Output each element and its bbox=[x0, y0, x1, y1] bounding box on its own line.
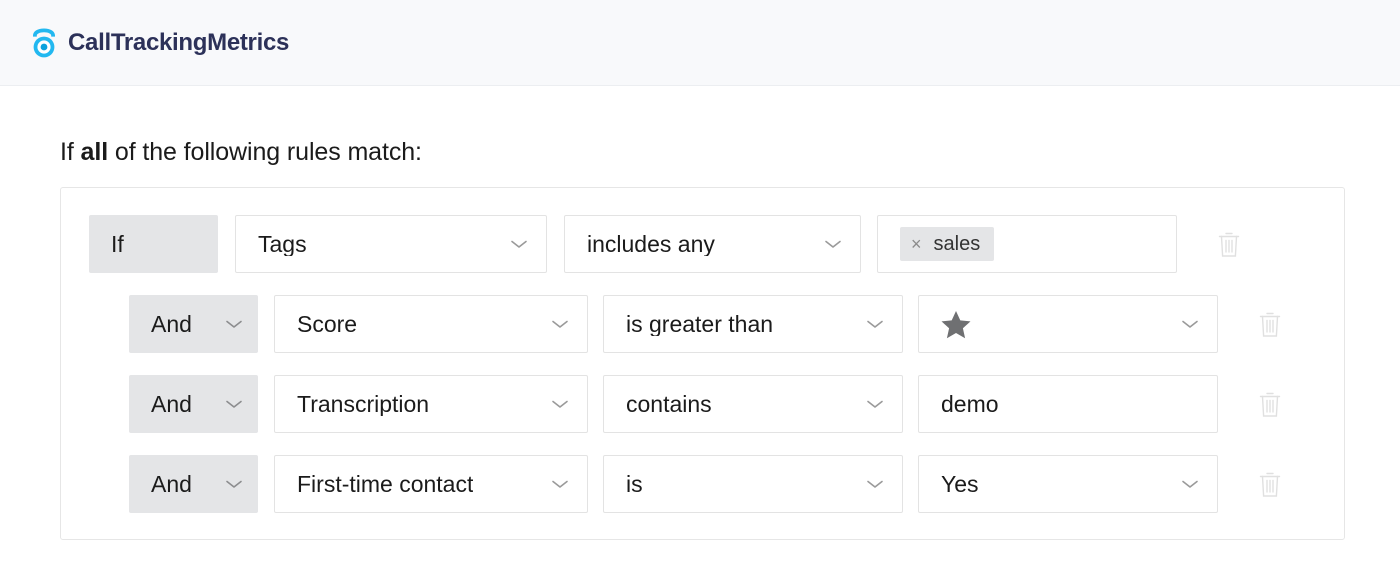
operator-select-value: is greater than bbox=[626, 313, 773, 336]
trash-icon bbox=[1258, 391, 1282, 418]
table-row: If Tags includes any × sales bbox=[61, 215, 1344, 273]
value-star-rating-1[interactable] bbox=[918, 295, 1218, 353]
chevron-down-icon bbox=[224, 318, 244, 330]
field-select-3[interactable]: First-time contact bbox=[274, 455, 588, 513]
trash-icon bbox=[1258, 471, 1282, 498]
delete-rule-button-0[interactable] bbox=[1199, 231, 1259, 258]
page-title: If all of the following rules match: bbox=[60, 138, 1400, 167]
table-row: And Score is greater than bbox=[61, 295, 1344, 353]
conjunction-label: If bbox=[111, 233, 124, 256]
chevron-down-icon bbox=[224, 478, 244, 490]
chevron-down-icon bbox=[550, 398, 570, 410]
tag-chip[interactable]: × sales bbox=[900, 227, 994, 261]
brand-logo[interactable]: CallTrackingMetrics bbox=[29, 27, 289, 59]
chevron-down-icon bbox=[823, 238, 843, 250]
field-select-value: Score bbox=[297, 313, 357, 336]
field-select-1[interactable]: Score bbox=[274, 295, 588, 353]
page-body: If all of the following rules match: If … bbox=[0, 138, 1400, 540]
table-row: And Transcription contains demo bbox=[61, 375, 1344, 433]
rules-card: If Tags includes any × sales bbox=[60, 187, 1345, 540]
chevron-down-icon bbox=[865, 398, 885, 410]
operator-select-value: is bbox=[626, 473, 643, 496]
operator-select-1[interactable]: is greater than bbox=[603, 295, 903, 353]
trash-icon bbox=[1217, 231, 1241, 258]
close-icon[interactable]: × bbox=[911, 235, 922, 253]
table-row: And First-time contact is Yes bbox=[61, 455, 1344, 513]
chevron-down-icon bbox=[865, 478, 885, 490]
value-text: demo bbox=[941, 393, 999, 416]
delete-rule-button-2[interactable] bbox=[1240, 391, 1300, 418]
delete-rule-button-1[interactable] bbox=[1240, 311, 1300, 338]
chevron-down-icon bbox=[1180, 318, 1200, 330]
conjunction-label: And bbox=[151, 313, 192, 336]
field-select-value: Transcription bbox=[297, 393, 429, 416]
value-tags-input-0[interactable]: × sales bbox=[877, 215, 1177, 273]
chevron-down-icon bbox=[509, 238, 529, 250]
conjunction-select-3[interactable]: And bbox=[129, 455, 258, 513]
delete-rule-button-3[interactable] bbox=[1240, 471, 1300, 498]
headline-prefix: If bbox=[60, 138, 81, 166]
value-text: Yes bbox=[941, 473, 979, 496]
operator-select-2[interactable]: contains bbox=[603, 375, 903, 433]
operator-select-3[interactable]: is bbox=[603, 455, 903, 513]
headline-emphasis: all bbox=[81, 138, 109, 166]
conjunction-chip-0: If bbox=[89, 215, 218, 273]
field-select-value: First-time contact bbox=[297, 473, 473, 496]
conjunction-label: And bbox=[151, 473, 192, 496]
value-select-3[interactable]: Yes bbox=[918, 455, 1218, 513]
brand-name: CallTrackingMetrics bbox=[68, 29, 289, 57]
field-select-0[interactable]: Tags bbox=[235, 215, 547, 273]
phone-target-icon bbox=[29, 27, 59, 59]
chevron-down-icon bbox=[550, 478, 570, 490]
conjunction-select-1[interactable]: And bbox=[129, 295, 258, 353]
tag-label: sales bbox=[934, 234, 981, 254]
chevron-down-icon bbox=[1180, 478, 1200, 490]
operator-select-value: includes any bbox=[587, 233, 715, 256]
chevron-down-icon bbox=[550, 318, 570, 330]
field-select-2[interactable]: Transcription bbox=[274, 375, 588, 433]
conjunction-select-2[interactable]: And bbox=[129, 375, 258, 433]
chevron-down-icon bbox=[865, 318, 885, 330]
field-select-value: Tags bbox=[258, 233, 307, 256]
headline-suffix: of the following rules match: bbox=[108, 138, 422, 166]
operator-select-0[interactable]: includes any bbox=[564, 215, 861, 273]
chevron-down-icon bbox=[224, 398, 244, 410]
conjunction-label: And bbox=[151, 393, 192, 416]
value-text-input-2[interactable]: demo bbox=[918, 375, 1218, 433]
trash-icon bbox=[1258, 311, 1282, 338]
operator-select-value: contains bbox=[626, 393, 712, 416]
app-header: CallTrackingMetrics bbox=[0, 0, 1400, 86]
star-icon[interactable] bbox=[941, 310, 971, 339]
